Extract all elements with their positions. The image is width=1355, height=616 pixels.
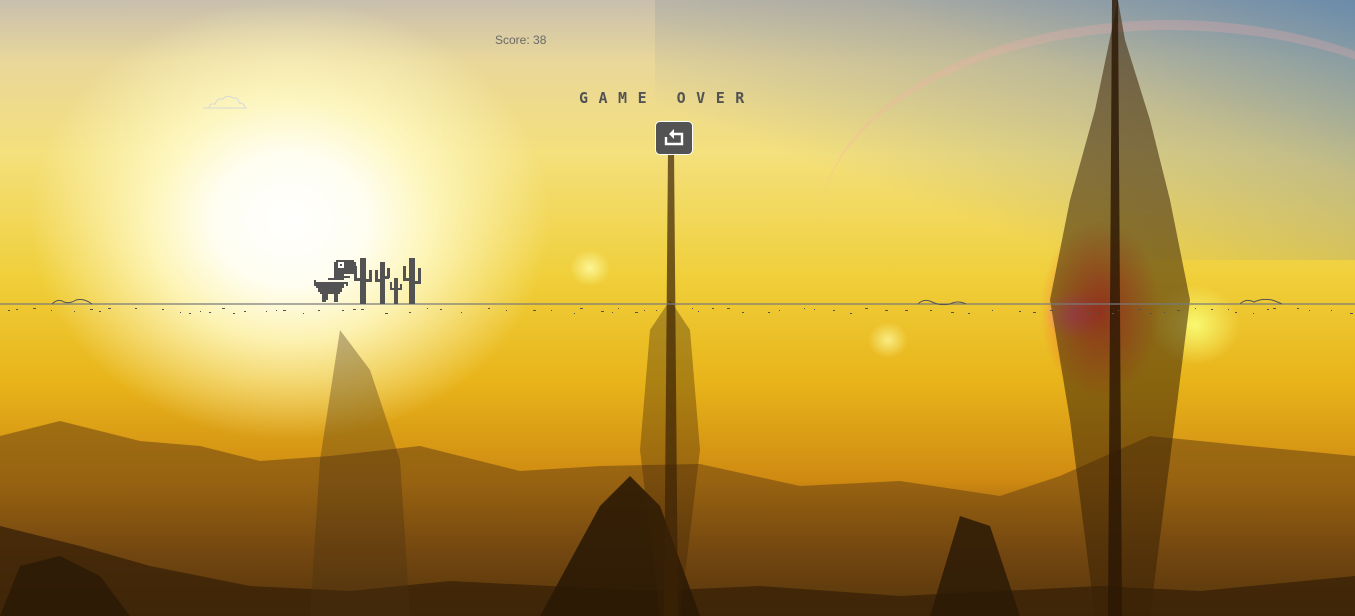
ground-pebble: [833, 310, 835, 311]
ground-pebble: [189, 313, 191, 314]
ground-pebble: [1033, 312, 1036, 313]
game-over-title: GAME OVER: [579, 89, 755, 107]
ground-pebble: [1211, 309, 1213, 310]
ground-pebble: [601, 311, 604, 312]
ground-pebble: [574, 313, 575, 314]
ground-pebble: [644, 310, 645, 311]
ground-pebble: [1228, 309, 1229, 310]
ground-pebble: [1096, 312, 1097, 313]
ground-pebble: [612, 312, 613, 313]
ground-pebble: [1106, 311, 1107, 312]
ground-pebble: [533, 310, 536, 311]
ground-pebble: [385, 313, 388, 314]
ground-pebble: [8, 310, 10, 311]
ground-pebble: [1267, 309, 1269, 310]
restart-arrow-icon: [664, 129, 684, 146]
ground-pebble: [1050, 310, 1053, 311]
ground-pebble: [33, 308, 36, 309]
ground-pebble: [968, 313, 970, 314]
ground-pebble: [1071, 308, 1073, 309]
ground-pebble: [1309, 310, 1310, 311]
cactus-obstacle: [354, 258, 421, 304]
ground-pebble: [580, 308, 583, 309]
ground-pebble: [1150, 313, 1152, 314]
ground-pebble: [551, 310, 552, 311]
ground-pebble: [698, 311, 699, 312]
ground-pebble: [461, 312, 462, 313]
ground-pebble: [727, 308, 730, 309]
ground-pebble: [233, 313, 235, 314]
ground-pebble: [353, 309, 356, 310]
ground-pebble: [1177, 310, 1180, 311]
ground-pebble: [1087, 313, 1089, 314]
ground-pebble: [409, 312, 411, 313]
ground-pebble: [885, 310, 888, 311]
ground-pebble: [692, 308, 693, 309]
ground-horizon: [0, 298, 1355, 314]
ground-pebble: [992, 310, 993, 311]
ground-pebble: [1019, 311, 1021, 312]
ground-pebble: [618, 308, 619, 309]
ground-pebble: [712, 308, 714, 309]
ground-pebble: [1118, 310, 1119, 311]
ground-pebble: [768, 312, 770, 313]
ground-pebble: [361, 309, 364, 310]
score-display: Score: 38: [495, 33, 547, 47]
ground-pebble: [865, 308, 868, 309]
ground-pebble: [209, 312, 211, 313]
ground-pebble: [90, 309, 93, 310]
ground-pebble: [162, 309, 164, 310]
ground-pebble: [1273, 308, 1276, 309]
ground-pebble: [669, 309, 670, 310]
ground-pebble: [303, 313, 304, 314]
ground-pebble: [1253, 313, 1254, 314]
bare-tree-silhouette: [640, 150, 700, 616]
game-canvas[interactable]: Score: 38 GAME OVER: [0, 0, 1355, 616]
ground-pebble: [850, 313, 852, 314]
ground-pebble: [318, 310, 320, 311]
ground-pebble: [1331, 310, 1332, 311]
ground-pebble: [951, 312, 954, 313]
ground-pebble: [222, 308, 225, 309]
ground-pebble: [342, 310, 344, 311]
ground-pebble: [656, 310, 657, 311]
ground-pebble: [905, 310, 908, 311]
ground-pebble: [804, 308, 805, 309]
ground-pebble: [1195, 308, 1196, 309]
ground-pebble: [1138, 309, 1141, 310]
ground-pebble: [1112, 313, 1114, 314]
ground-pebble: [266, 311, 267, 312]
ground-pebble: [488, 308, 490, 309]
ground-pebble: [1235, 312, 1237, 313]
ground-pebble: [244, 311, 246, 312]
ground-pebble: [200, 311, 201, 312]
ground-pebble: [74, 311, 75, 312]
ground-pebble: [779, 310, 780, 311]
ground-pebble: [180, 312, 181, 313]
ground-pebble: [427, 308, 428, 309]
ground-pebble: [1350, 313, 1353, 314]
restart-button[interactable]: [656, 122, 692, 154]
ground-pebble: [276, 310, 277, 311]
ground-pebble: [440, 309, 442, 310]
ground-pebble: [742, 312, 744, 313]
ground-pebble: [51, 310, 52, 311]
ground-pebble: [99, 311, 101, 312]
ground-pebble: [1297, 308, 1299, 309]
ground-pebble: [135, 308, 137, 309]
ground-pebble: [1164, 312, 1165, 313]
ground-pebble: [108, 308, 111, 309]
ground-pebble: [814, 309, 815, 310]
ground-pebble: [635, 312, 638, 313]
ground-pebble: [16, 309, 18, 310]
cloud-icon: [203, 95, 247, 109]
ground-pebble: [283, 310, 286, 311]
ground-pebble: [506, 310, 507, 311]
bare-tree-silhouette-left: [310, 330, 410, 616]
ground-pebble: [930, 310, 932, 311]
